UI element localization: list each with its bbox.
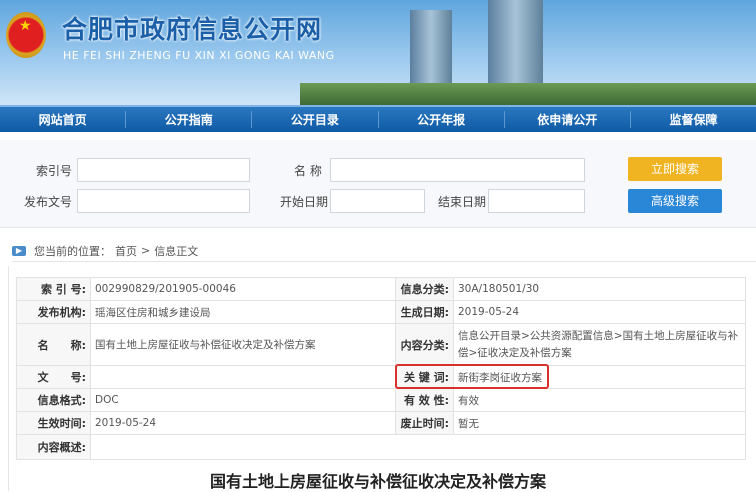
meta-key: 发布机构: <box>16 300 91 324</box>
meta-key: 有 效 性: <box>395 388 454 412</box>
meta-key: 生效时间: <box>16 411 91 435</box>
index-label: 索引号 <box>36 164 73 178</box>
nav-catalog[interactable]: 公开目录 <box>252 111 379 128</box>
meta-key: 内容分类: <box>395 323 454 366</box>
end-date-label: 结束日期 <box>438 195 487 209</box>
site-banner: ★ 合肥市政府信息公开网 HE FEI SHI ZHENG FU XIN XI … <box>0 0 756 105</box>
meta-value: 30A/180501/30 <box>453 277 746 301</box>
table-row: 名 称: 国有土地上房屋征收与补偿征收决定及补偿方案 内容分类: 信息公开目录>公共资… <box>16 323 746 366</box>
site-subtitle: HE FEI SHI ZHENG FU XIN XI GONG KAI WANG <box>63 49 335 62</box>
start-date-label: 开始日期 <box>280 195 329 209</box>
end-date-input[interactable] <box>488 189 585 213</box>
meta-key: 文 号: <box>16 365 91 389</box>
nav-guide[interactable]: 公开指南 <box>126 111 253 128</box>
meta-value <box>90 365 396 389</box>
document-title: 国有土地上房屋征收与补偿征收决定及补偿方案 <box>209 472 546 491</box>
breadcrumb-prefix: 您当前的位置： <box>34 244 111 258</box>
meta-value: DOC <box>90 388 396 412</box>
breadcrumb: ▶ 您当前的位置： 首页 > 信息正文 <box>12 240 756 262</box>
search-button[interactable]: 立即搜索 <box>628 157 722 181</box>
keyword-highlight-box <box>395 364 549 389</box>
breadcrumb-current: 信息正文 <box>154 244 199 258</box>
meta-value: 002990829/201905-00046 <box>90 277 396 301</box>
breadcrumb-separator: > <box>141 244 151 257</box>
advanced-search-button[interactable]: 高级搜索 <box>628 189 722 213</box>
meta-key: 内容概述: <box>16 434 91 460</box>
document-meta-table: 索 引 号: 002990829/201905-00046 信息分类: 30A/180… <box>16 277 746 460</box>
table-row: 发布机构: 瑶海区住房和城乡建设局 生成日期: 2019-05-24 <box>16 300 746 324</box>
meta-key: 生成日期: <box>395 300 454 324</box>
meta-key: 名 称: <box>16 323 91 366</box>
nav-annual-report[interactable]: 公开年报 <box>379 111 505 128</box>
meta-value: 2019-05-24 <box>90 411 396 435</box>
table-row: 生效时间: 2019-05-24 废止时间: 暂无 <box>16 411 746 435</box>
meta-key: 废止时间: <box>395 411 454 435</box>
meta-value: 2019-05-24 <box>453 300 746 324</box>
trees-image <box>300 83 756 105</box>
meta-key: 信息格式: <box>16 388 91 412</box>
location-icon: ▶ <box>12 245 26 256</box>
table-row: 内容概述: <box>16 434 746 460</box>
name-input[interactable] <box>330 158 585 182</box>
nav-application[interactable]: 依申请公开 <box>505 111 631 128</box>
meta-value: 国有土地上房屋征收与补偿征收决定及补偿方案 <box>90 323 396 366</box>
meta-key: 信息分类: <box>395 277 454 301</box>
doc-no-label: 发布文号 <box>24 195 73 209</box>
nav-supervision[interactable]: 监督保障 <box>631 111 756 128</box>
table-row: 文 号: 关 键 词: 新街李岗征收方案 <box>16 365 746 389</box>
meta-value: 暂无 <box>453 411 746 435</box>
name-label: 名 称 <box>294 164 322 178</box>
national-emblem-icon: ★ <box>6 12 46 58</box>
main-nav: 网站首页 公开指南 公开目录 公开年报 依申请公开 监督保障 <box>0 105 756 132</box>
meta-value: 瑶海区住房和城乡建设局 <box>90 300 396 324</box>
meta-value: 有效 <box>453 388 746 412</box>
meta-key: 索 引 号: <box>16 277 91 301</box>
breadcrumb-home[interactable]: 首页 <box>115 243 137 259</box>
doc-no-input[interactable] <box>77 189 250 213</box>
site-title[interactable]: 合肥市政府信息公开网 <box>62 10 322 46</box>
index-input[interactable] <box>77 158 250 182</box>
table-row: 信息格式: DOC 有 效 性: 有效 <box>16 388 746 412</box>
meta-value <box>90 434 746 460</box>
table-row: 索 引 号: 002990829/201905-00046 信息分类: 30A/180… <box>16 277 746 301</box>
start-date-input[interactable] <box>330 189 425 213</box>
search-panel: 索引号 名 称 立即搜索 发布文号 开始日期 结束日期 高级搜索 <box>0 140 756 228</box>
nav-home[interactable]: 网站首页 <box>0 111 127 128</box>
meta-value: 信息公开目录>公共资源配置信息>国有土地上房屋征收与补偿>征收决定及补偿方案 <box>453 323 746 366</box>
